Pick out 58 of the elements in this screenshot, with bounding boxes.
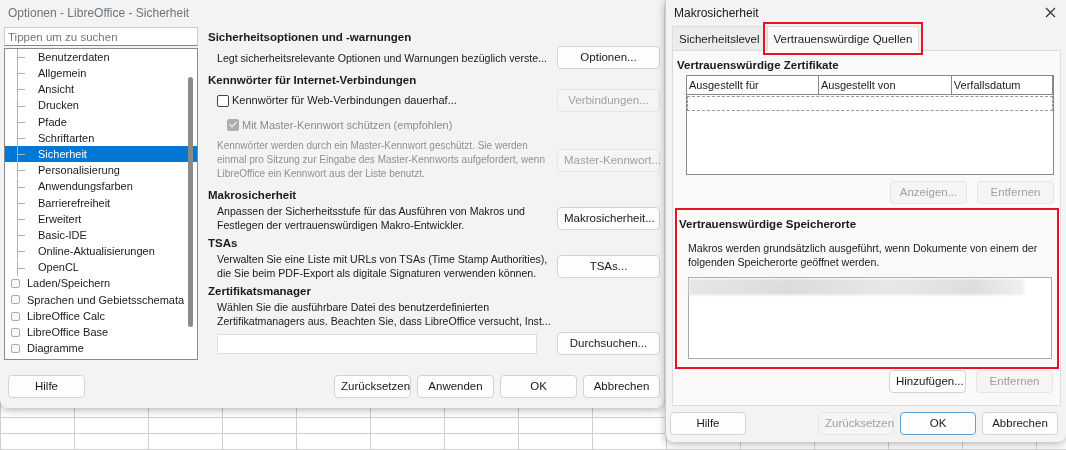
description-text: Verwalten Sie eine Liste mit URLs von TSAs (Time Stamp Authorities), die Sie beim PDF-Export als digitale Signaturen verwenden können.: [217, 252, 549, 280]
tree-item[interactable]: Drucken: [5, 97, 197, 114]
path-field[interactable]: [217, 333, 537, 354]
tree-item[interactable]: Laden/Speichern: [5, 275, 197, 292]
tree-item[interactable]: Ansicht: [5, 81, 197, 98]
tree-item[interactable]: Personalisierung: [5, 162, 197, 179]
dialog-button[interactable]: Hinzufügen...: [889, 370, 966, 393]
tree-item[interactable]: Erweitert: [5, 210, 197, 228]
column-header[interactable]: Ausgestellt von: [818, 76, 952, 94]
tree-item[interactable]: Benutzerdaten: [5, 49, 197, 66]
dialog-button[interactable]: TSAs...: [557, 254, 660, 278]
section-heading: Vertrauenswürdige Zertifikate: [677, 58, 840, 73]
tree-item[interactable]: LibreOffice Base: [5, 324, 197, 341]
focus-row[interactable]: [687, 96, 1053, 111]
help-button[interactable]: Hilfe: [670, 412, 746, 435]
note-text: Kennwörter werden durch ein Master-Kennwort geschützt. Sie werden einmal pro Sitzung zur Eingabe des Master-Kennworts aufgefordert, wenn LibreOffice ein Kennwort aus der Liste benutzt.: [217, 139, 546, 181]
tree-item[interactable]: Basic-IDE: [5, 227, 197, 244]
dialog-button[interactable]: Abbrechen: [583, 375, 660, 398]
tree-item[interactable]: Pfade: [5, 113, 197, 130]
dialog-button[interactable]: Abbrechen: [982, 412, 1058, 435]
search-field[interactable]: Tippen um zu suchen: [4, 27, 198, 46]
description-text: Anpassen der Sicherheitsstufe für das Ausführen von Makros und Festlegen der vertrauenswürdigen Makro-Entwickler.: [217, 204, 526, 232]
checkbox[interactable]: [217, 94, 229, 107]
tree-item[interactable]: Sicherheit: [5, 146, 197, 163]
dialog-button[interactable]: Zurücksetzen: [334, 375, 411, 398]
section-heading: Vertrauenswürdige Speicherorte: [679, 217, 858, 232]
section-heading: Zertifikatsmanager: [208, 284, 312, 299]
dialog-button[interactable]: OK: [500, 375, 577, 398]
dialog-button[interactable]: Durchsuchen...: [557, 332, 660, 355]
section-heading: Kennwörter für Internet-Verbindungen: [208, 73, 418, 88]
tree-item[interactable]: OpenCL: [5, 259, 197, 276]
help-button[interactable]: Hilfe: [8, 375, 85, 398]
tree-item[interactable]: Diagramme: [5, 340, 197, 357]
window-title: Optionen - LibreOffice - Sicherheit: [7, 5, 191, 22]
checkbox-label: Kennwörter für Web-Verbindungen dauerhaf...: [232, 93, 457, 109]
window-title: Makrosicherheit: [674, 5, 759, 20]
dialog-button[interactable]: Makrosicherheit...: [557, 206, 660, 230]
close-icon[interactable]: [1045, 7, 1056, 18]
tree-item[interactable]: Online-Aktualisierungen: [5, 243, 197, 260]
dialog-button[interactable]: Optionen...: [557, 46, 660, 69]
tree-item[interactable]: Barrierefreiheit: [5, 194, 197, 211]
tab[interactable]: Sicherheitslevel: [672, 26, 767, 50]
dialog-button[interactable]: Anwenden: [417, 375, 494, 398]
tree-item[interactable]: Anwendungsfarben: [5, 178, 197, 195]
scrollbar[interactable]: [188, 77, 193, 327]
section-heading: Sicherheitsoptionen und -warnungen: [208, 30, 413, 45]
column-header[interactable]: Verfallsdatum: [951, 76, 1053, 94]
tree-item[interactable]: LibreOffice Calc: [5, 308, 197, 325]
description-text: Legt sicherheitsrelevante Optionen und Warnungen bezüglich verste...: [217, 50, 548, 65]
checkbox-label: Mit Master-Kennwort schützen (empfohlen): [242, 117, 453, 133]
tree-item[interactable]: Allgemein: [5, 65, 197, 82]
column-header[interactable]: Ausgestellt für: [687, 76, 819, 94]
section-heading: TSAs: [208, 236, 239, 251]
description-text: Makros werden grundsätzlich ausgeführt, wenn Dokumente von einem der folgenden Speicherorte geöffnet werden.: [688, 241, 1039, 269]
tree-item[interactable]: Sprachen und Gebietsschemata: [5, 291, 197, 308]
description-text: Wählen Sie die ausführbare Datei des benutzerdefinierten Zertifikatmanagers aus. Beachten Sie, dass LibreOffice versucht, Inst...: [217, 300, 552, 328]
dialog-button[interactable]: OK: [900, 412, 976, 435]
section-heading: Makrosicherheit: [208, 188, 298, 203]
